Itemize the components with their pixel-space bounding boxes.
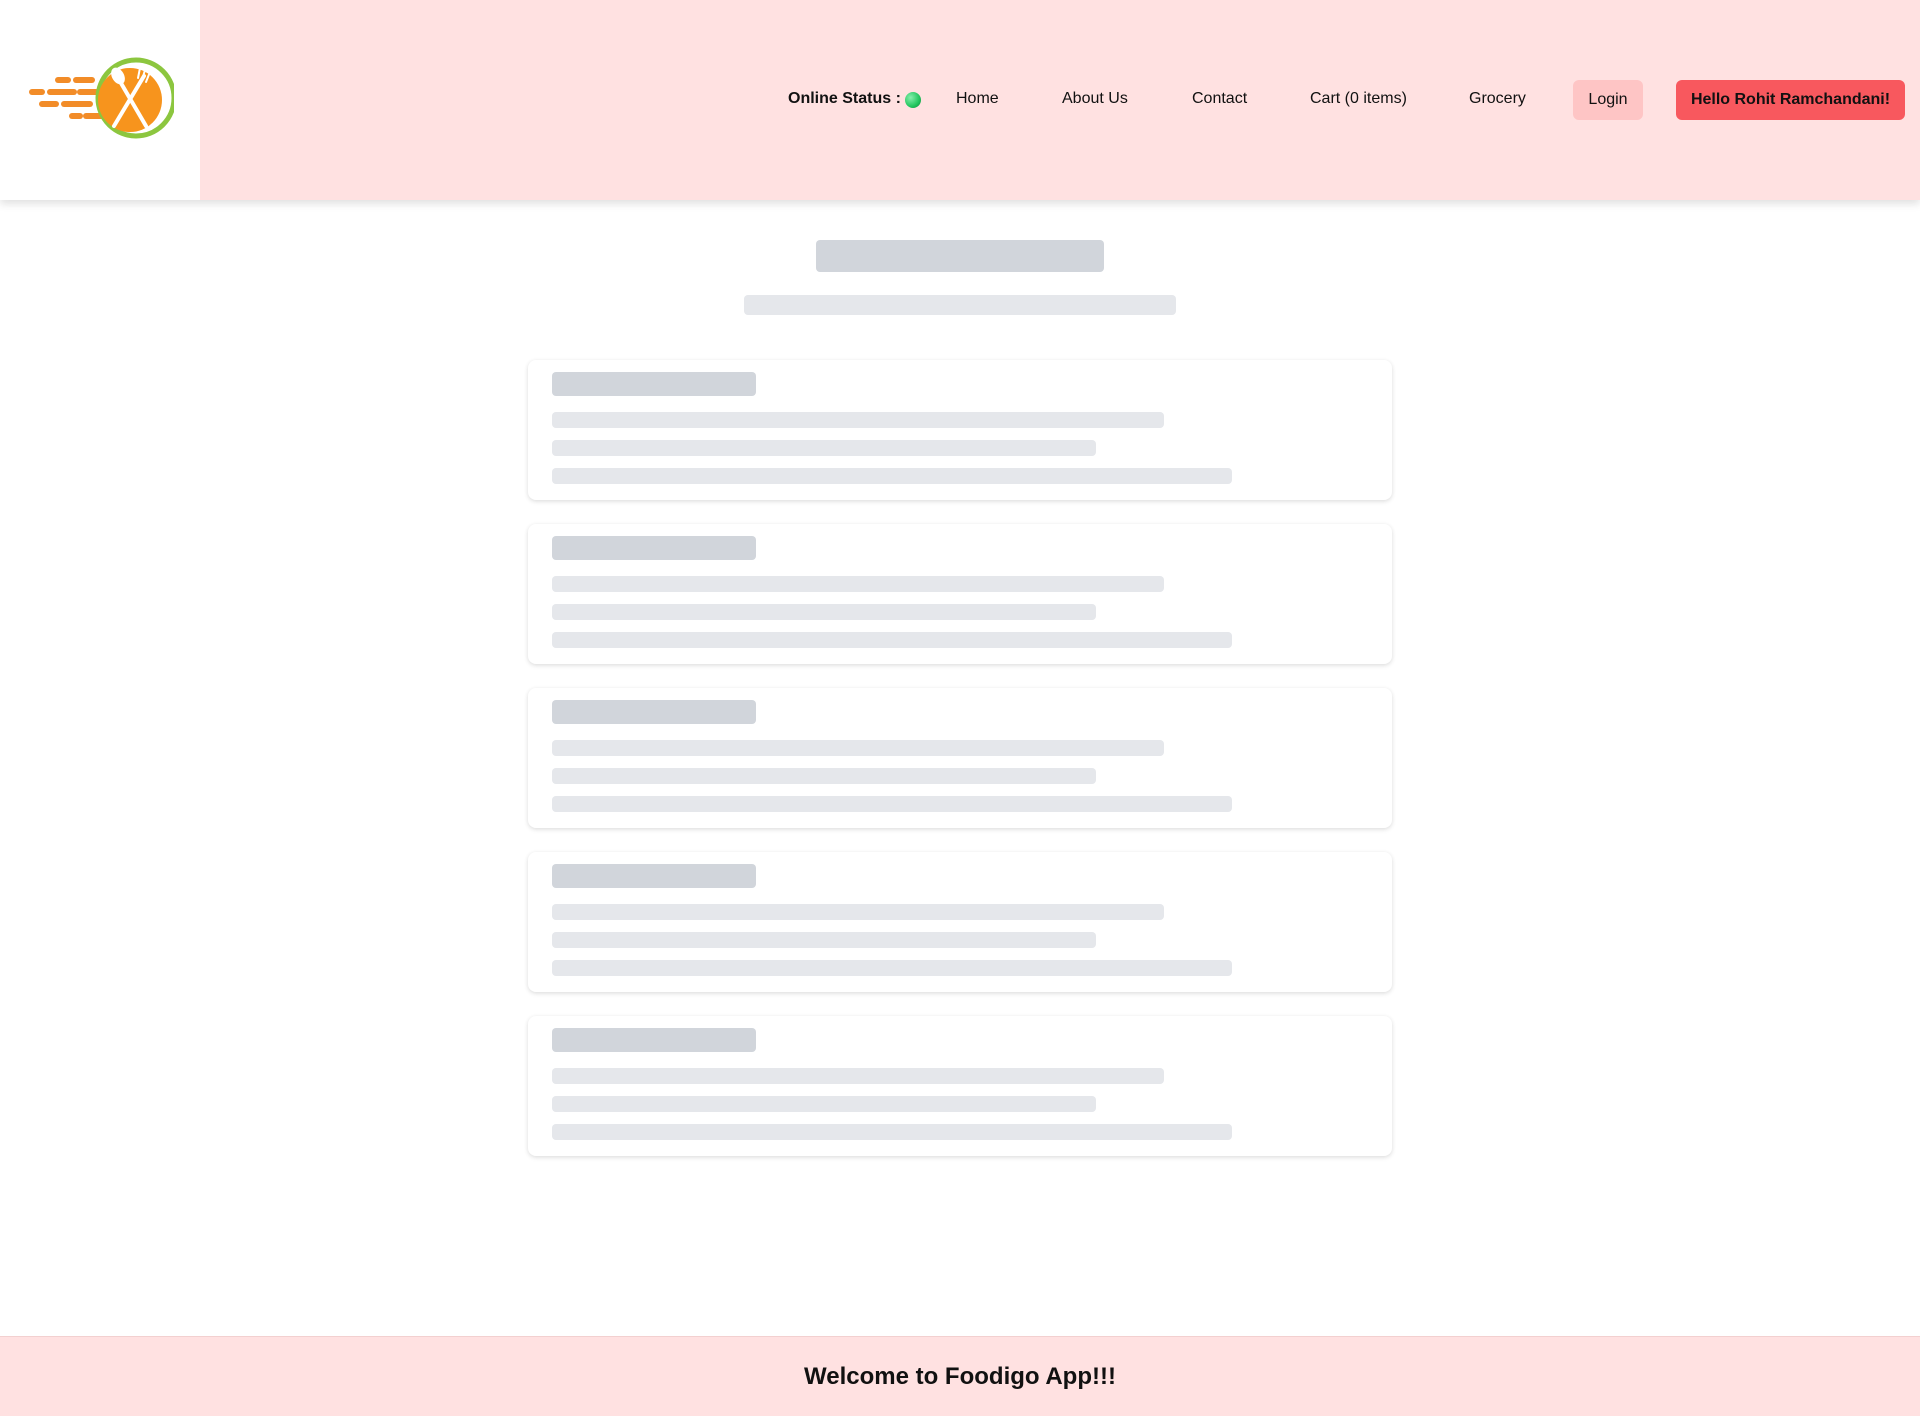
skeleton-card-line (552, 468, 1232, 484)
skeleton-card (528, 360, 1392, 500)
nav-link-about-us[interactable]: About Us (1062, 90, 1128, 108)
skeleton-page-title (816, 240, 1104, 272)
main-nav: Online Status : Home About Us Contact Ca… (0, 80, 1920, 120)
skeleton-card-title (552, 536, 756, 560)
footer-welcome-text: Welcome to Foodigo App!!! (804, 1362, 1116, 1390)
top-header: Online Status : Home About Us Contact Ca… (0, 0, 1920, 200)
nav-link-home[interactable]: Home (956, 90, 999, 108)
online-status-indicator-icon (905, 92, 921, 108)
skeleton-card-line (552, 932, 1096, 948)
skeleton-card-line (552, 1068, 1164, 1084)
skeleton-card-line (552, 604, 1096, 620)
footer: Welcome to Foodigo App!!! (0, 1336, 1920, 1416)
skeleton-card-line (552, 632, 1232, 648)
skeleton-card-line (552, 440, 1096, 456)
page: Online Status : Home About Us Contact Ca… (0, 0, 1920, 1416)
skeleton-card (528, 1016, 1392, 1156)
user-greeting-button[interactable]: Hello Rohit Ramchandani! (1676, 80, 1905, 120)
skeleton-card (528, 688, 1392, 828)
nav-link-grocery[interactable]: Grocery (1469, 90, 1526, 108)
skeleton-card-title (552, 700, 756, 724)
skeleton-card (528, 524, 1392, 664)
skeleton-card-line (552, 1124, 1232, 1140)
skeleton-card-line (552, 768, 1096, 784)
skeleton-card-line (552, 796, 1232, 812)
nav-link-cart[interactable]: Cart (0 items) (1310, 90, 1407, 108)
skeleton-card (528, 852, 1392, 992)
skeleton-card-line (552, 904, 1164, 920)
skeleton-page-subtitle (744, 295, 1176, 315)
skeleton-card-line (552, 576, 1164, 592)
skeleton-card-title (552, 864, 756, 888)
skeleton-card-line (552, 412, 1164, 428)
login-button[interactable]: Login (1573, 80, 1643, 120)
online-status-label: Online Status : (788, 90, 901, 107)
skeleton-card-title (552, 372, 756, 396)
skeleton-card-line (552, 740, 1164, 756)
skeleton-card-line (552, 960, 1232, 976)
skeleton-card-title (552, 1028, 756, 1052)
nav-link-contact[interactable]: Contact (1192, 90, 1247, 108)
skeleton-card-line (552, 1096, 1096, 1112)
